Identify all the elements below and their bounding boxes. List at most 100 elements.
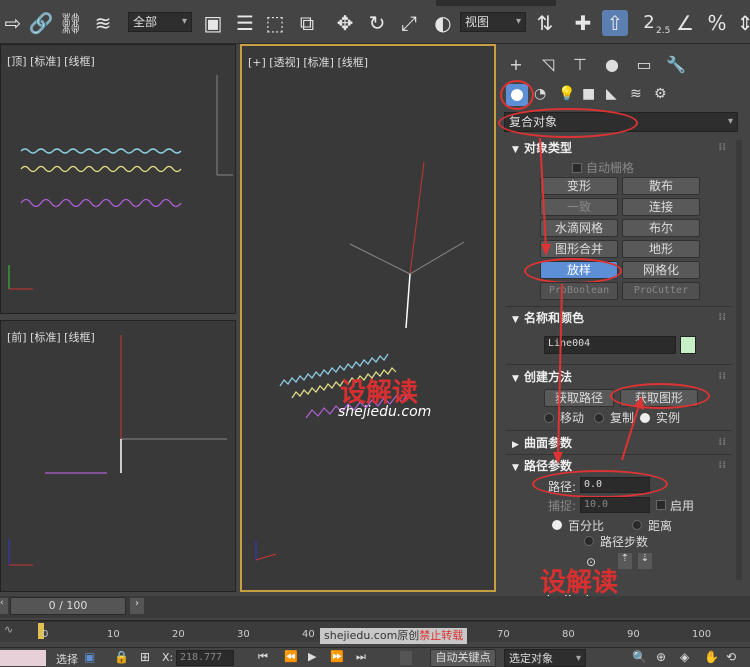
slider-prev-icon[interactable]: ‹ — [0, 598, 8, 614]
lock-icon[interactable]: 🔒 — [114, 650, 129, 664]
snap-angle-label: 2.5 — [656, 26, 671, 36]
snap-label: 捕捉: — [548, 499, 577, 513]
scale-icon[interactable]: ⤢ — [396, 10, 422, 36]
absolute-mode-icon[interactable]: ⊞ — [140, 650, 150, 664]
bind-spacewarp-icon[interactable]: ≋ — [90, 10, 116, 36]
selection-status: 选择 — [56, 653, 78, 666]
timeline-tick-label: 80 — [562, 629, 575, 640]
goto-start-icon[interactable]: ⏮ — [258, 650, 268, 664]
snap-on-checkbox[interactable] — [656, 500, 666, 510]
next-shape-icon[interactable]: ⇣ — [638, 553, 652, 569]
shapes-category-icon[interactable]: ◔ — [534, 86, 546, 102]
zoom-icon[interactable]: 🔍 — [632, 650, 647, 664]
curve-editor-icon[interactable]: ∿ — [4, 623, 13, 636]
chevron-down-icon: ▾ — [515, 16, 521, 27]
distance-radio[interactable] — [632, 520, 642, 530]
timeline-tick-label: 0 — [42, 629, 49, 640]
x-coord-field[interactable]: 218.777 — [176, 650, 234, 666]
maxscript-listener[interactable] — [0, 650, 46, 666]
annotation-ellipse — [500, 80, 534, 110]
timeline-tick-label: 70 — [497, 629, 510, 640]
spinner-snap-icon[interactable]: ⇕ — [732, 10, 750, 36]
timeline-tick-label: 30 — [237, 629, 250, 640]
ref-coord-dropdown[interactable]: 视图 ▾ — [460, 12, 526, 32]
isolate-icon[interactable]: ▣ — [84, 650, 95, 664]
rect-selection-icon[interactable]: ⬚ — [262, 10, 288, 36]
orbit-icon[interactable]: ⟲ — [726, 650, 736, 664]
distance-label: 距离 — [648, 519, 673, 533]
pivot-icon[interactable]: ⇅ — [532, 10, 558, 36]
set-key-icon[interactable] — [400, 651, 412, 665]
ref-coord-value: 视图 — [465, 15, 490, 29]
timeline-tick-label: 40 — [302, 629, 315, 640]
x-label: X: — [162, 651, 174, 664]
zoom-all-icon[interactable]: ⊕ — [656, 650, 666, 664]
goto-end-icon[interactable]: ⏭ — [356, 650, 366, 664]
link-icon[interactable]: 🔗 — [28, 10, 54, 36]
keyboard-shortcut-override-icon[interactable]: ⇧ — [602, 10, 628, 36]
snap-on-label: 启用 — [670, 499, 695, 513]
banner-site: shejiedu.com原创 — [324, 629, 420, 642]
display-tab-icon[interactable]: ▭ — [632, 54, 656, 76]
window-crossing-icon[interactable]: ⧉ — [294, 10, 320, 36]
percent-snap-icon[interactable]: % — [704, 10, 730, 36]
key-filter-value: 选定对象 — [509, 652, 553, 665]
select-object-icon[interactable]: ▣ — [200, 10, 226, 36]
rotate-icon[interactable]: ↻ — [364, 10, 390, 36]
redo-arrow-icon[interactable]: ⇨ — [0, 10, 26, 36]
helpers-category-icon[interactable]: ◣ — [606, 86, 617, 102]
unlink-icon[interactable]: ⛓ — [58, 10, 84, 36]
login-tab[interactable] — [436, 0, 556, 6]
create-tab-plus-icon[interactable]: + — [504, 54, 528, 76]
perspective-scene — [255, 161, 465, 561]
status-bar: 选择 ▣ 🔒 ⊞ X: 218.777 ⏮ ⏪ ▶ ⏩ ⏭ 自动关键点 选定对象… — [0, 647, 750, 667]
path-steps-radio[interactable] — [584, 536, 594, 546]
motion-tab-icon[interactable]: ● — [600, 54, 624, 76]
snap-spinner-field[interactable]: 10.0 — [580, 497, 650, 513]
auto-key-button[interactable]: 自动关键点 — [430, 649, 496, 667]
utilities-tab-wrench-icon[interactable]: 🔧 — [664, 54, 688, 76]
timeline-tick-label: 90 — [627, 629, 640, 640]
slider-next-icon[interactable]: › — [130, 598, 144, 614]
viewport-front[interactable]: [前] [标准] [线框] — [0, 320, 236, 592]
prev-shape-icon[interactable]: ⇡ — [618, 553, 632, 569]
percentage-label: 百分比 — [568, 519, 605, 533]
timeline-tick-label: 10 — [107, 629, 120, 640]
watermark-url: shejiedu.com — [338, 404, 432, 420]
zoom-extents-icon[interactable]: ◈ — [680, 650, 689, 664]
next-frame-icon[interactable]: ⏩ — [330, 650, 344, 663]
spline-yellow — [20, 165, 182, 173]
time-slider-thumb[interactable]: 0 / 100 — [10, 597, 126, 615]
spline-purple — [20, 198, 182, 208]
chevron-down-icon: ▾ — [575, 653, 581, 664]
placement-icon[interactable]: ◐ — [430, 10, 456, 36]
key-filter-dropdown[interactable]: 选定对象 ▾ — [504, 649, 586, 667]
pan-icon[interactable]: ✋ — [704, 650, 719, 664]
move-icon[interactable]: ✥ — [332, 10, 358, 36]
select-manipulate-icon[interactable]: ✚ — [570, 10, 596, 36]
top-view-scene — [8, 75, 233, 290]
systems-category-icon[interactable]: ⚙ — [654, 86, 667, 102]
selection-filter-dropdown[interactable]: 全部 ▾ — [128, 12, 192, 32]
lights-category-icon[interactable]: 💡 — [558, 86, 575, 102]
viewport-top[interactable]: [顶] [标准] [线框] — [0, 44, 236, 314]
cameras-category-icon[interactable]: ■ — [582, 86, 595, 102]
main-toolbar: ⇨ 🔗 ⛓ ≋ 全部 ▾ ▣ ☰ ⬚ ⧉ ✥ ↻ ⤢ ◐ 视图 ▾ ⇅ ✚ ⇧ … — [0, 0, 750, 44]
front-view-scene — [8, 335, 227, 566]
select-by-name-icon[interactable]: ☰ — [232, 10, 258, 36]
annotation-arrows — [539, 137, 644, 464]
angle-snap-icon[interactable]: ∠ — [672, 10, 698, 36]
selection-filter-value: 全部 — [133, 15, 158, 29]
path-steps-label: 路径步数 — [600, 535, 649, 549]
chevron-down-icon: ▾ — [181, 16, 187, 27]
spline-cyan — [20, 148, 182, 154]
spacewarps-category-icon[interactable]: ≋ — [630, 86, 642, 102]
viewport-perspective[interactable]: [+] [透视] [标准] [线框] 设解读 shejiedu.com — [240, 44, 496, 592]
percentage-radio[interactable] — [552, 520, 562, 530]
hierarchy-tab-icon[interactable]: ⊤ — [568, 54, 592, 76]
timeline-tick-label: 100 — [692, 629, 712, 640]
prev-frame-icon[interactable]: ⏪ — [284, 650, 298, 663]
modify-tab-icon[interactable]: ◹ — [536, 54, 560, 76]
play-icon[interactable]: ▶ — [308, 650, 316, 663]
timeline-tick-label: 20 — [172, 629, 185, 640]
